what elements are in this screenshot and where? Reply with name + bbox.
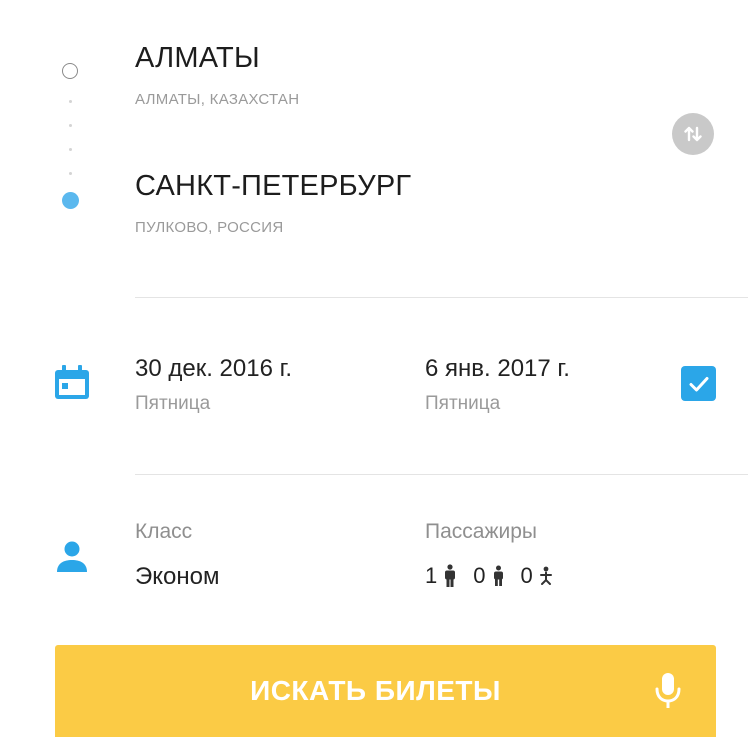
class-label: Класс: [135, 520, 193, 543]
return-date[interactable]: 6 янв. 2017 г.: [425, 355, 570, 383]
origin-details[interactable]: АЛМАТЫ, КАЗАХСТАН: [135, 91, 299, 108]
checkmark-icon: [689, 376, 708, 391]
child-icon: [493, 565, 503, 586]
destination-city[interactable]: САНКТ-ПЕТЕРБУРГ: [135, 170, 411, 203]
passengers-label: Пассажиры: [425, 520, 538, 543]
calendar-icon: [52, 362, 92, 402]
adult-icon: [445, 564, 456, 587]
person-icon: [52, 537, 92, 577]
children-count: 0: [473, 563, 486, 588]
swap-vertical-icon: [684, 126, 702, 142]
route-dot: [69, 124, 72, 127]
microphone-icon[interactable]: [648, 669, 688, 713]
route-dot: [69, 100, 72, 103]
adults-count: 1: [425, 563, 438, 588]
search-button-label: ИСКАТЬ БИЛЕТЫ: [250, 675, 501, 706]
return-checkbox[interactable]: [681, 366, 716, 401]
class-value[interactable]: Эконом: [135, 563, 219, 591]
origin-city[interactable]: АЛМАТЫ: [135, 42, 260, 75]
departure-weekday: Пятница: [135, 393, 211, 414]
origin-marker: [62, 63, 78, 79]
destination-details[interactable]: ПУЛКОВО, РОССИЯ: [135, 219, 284, 236]
infant-icon: [539, 566, 552, 585]
return-weekday: Пятница: [425, 393, 501, 414]
route-dot: [69, 148, 72, 151]
search-tickets-button[interactable]: ИСКАТЬ БИЛЕТЫ: [55, 645, 716, 737]
passengers-selector[interactable]: 1 0 0: [425, 563, 563, 589]
divider: [135, 474, 748, 475]
destination-marker: [62, 192, 79, 209]
divider: [135, 297, 748, 298]
swap-button[interactable]: [672, 113, 714, 155]
infants-count: 0: [520, 563, 533, 588]
route-dot: [69, 172, 72, 175]
departure-date[interactable]: 30 дек. 2016 г.: [135, 355, 292, 383]
